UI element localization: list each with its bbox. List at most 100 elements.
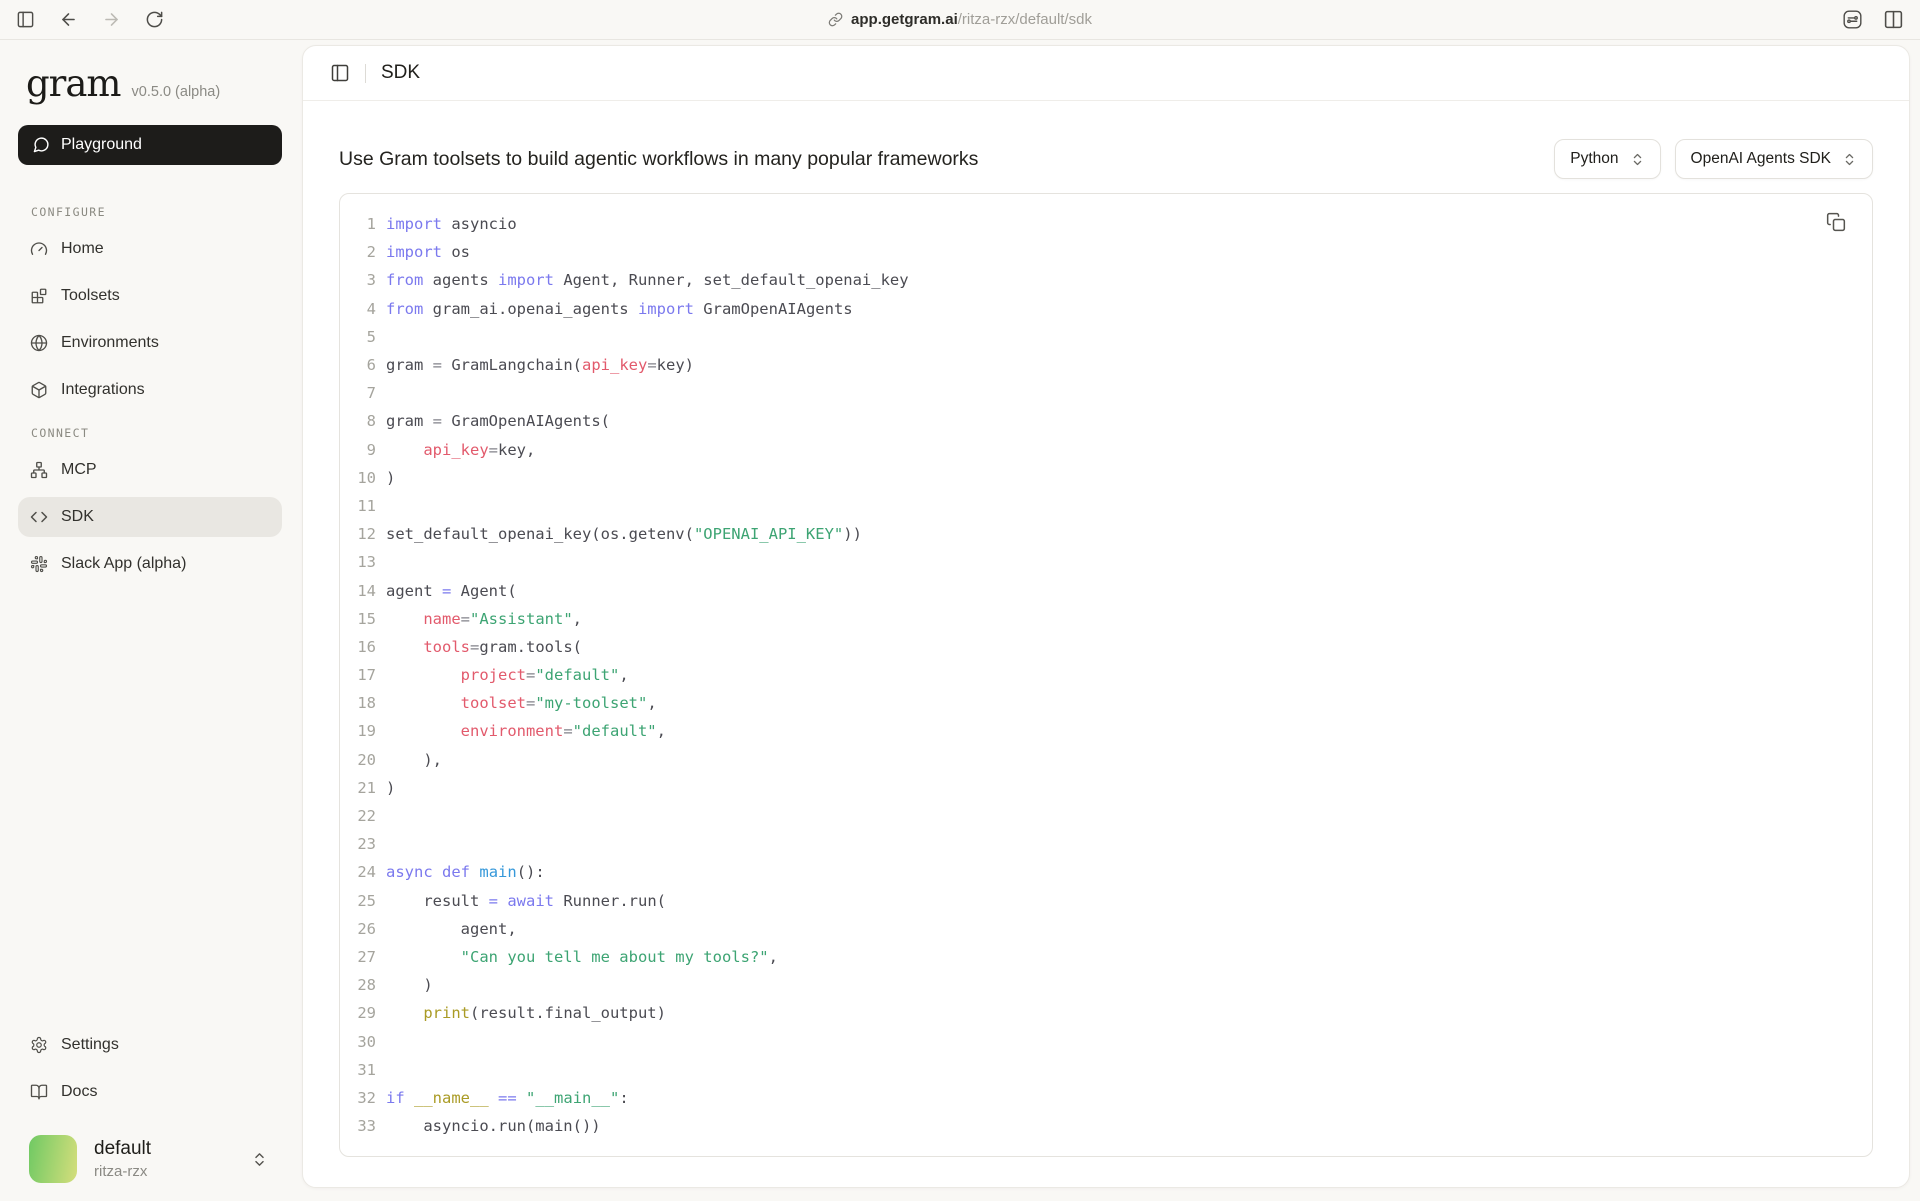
code-line: 26 agent, [340,915,1872,943]
sidebar-item-label: Toolsets [61,287,120,305]
browser-back-icon[interactable] [59,10,78,29]
sidebar-item-sdk[interactable]: SDK [18,497,282,537]
browser-forward-icon[interactable] [102,10,121,29]
code-line: 28 ) [340,971,1872,999]
line-number: 2 [340,243,376,261]
code-text: ) [376,469,395,487]
browser-chrome: app.getgram.ai/ritza-rzx/default/sdk [0,0,1920,40]
language-select-value: Python [1570,150,1618,168]
chevrons-up-down-icon [1630,152,1645,167]
code-line: 21) [340,774,1872,802]
code-line: 31 [340,1056,1872,1084]
playground-label: Playground [61,136,142,154]
code-line: 29 print(result.final_output) [340,999,1872,1027]
sidebar-item-docs[interactable]: Docs [18,1072,282,1112]
line-number: 32 [340,1089,376,1107]
code-line: 10) [340,464,1872,492]
browser-reload-icon[interactable] [145,10,164,29]
code-text: environment="default", [376,722,666,740]
code-text: from agents import Agent, Runner, set_de… [376,271,909,289]
network-icon [30,461,48,479]
code-line: 16 tools=gram.tools( [340,633,1872,661]
sidebar-item-settings[interactable]: Settings [18,1025,282,1065]
code-line: 33 asyncio.run(main()) [340,1112,1872,1140]
line-number: 7 [340,384,376,402]
slack-icon [30,555,48,573]
code-text: api_key=key, [376,441,535,459]
code-text: agent, [376,920,517,938]
address-bar[interactable]: app.getgram.ai/ritza-rzx/default/sdk [828,11,1092,28]
line-number: 19 [340,722,376,740]
code-line: 11 [340,492,1872,520]
line-number: 25 [340,892,376,910]
section-label-configure: CONFIGURE [18,205,282,219]
version-label: v0.5.0 (alpha) [132,84,221,100]
sidebar-item-label: Settings [61,1036,119,1054]
line-number: 29 [340,1004,376,1022]
line-number: 12 [340,525,376,543]
workspace-selector[interactable]: default ritza-rzx [18,1135,282,1183]
framework-select[interactable]: OpenAI Agents SDK [1675,139,1873,179]
line-number: 24 [340,863,376,881]
playground-button[interactable]: Playground [18,125,282,165]
code-text: set_default_openai_key(os.getenv("OPENAI… [376,525,862,543]
code-text: asyncio.run(main()) [376,1117,601,1135]
browser-sidebar-toggle-icon[interactable] [16,10,35,29]
code-line: 14agent = Agent( [340,576,1872,604]
sidebar-item-label: Environments [61,334,159,352]
split-view-icon[interactable] [1883,9,1904,30]
code-line: 18 toolset="my-toolset", [340,689,1872,717]
code-line: 27 "Can you tell me about my tools?", [340,943,1872,971]
intro-text: Use Gram toolsets to build agentic workf… [339,148,978,171]
sidebar-item-label: Integrations [61,381,145,399]
line-number: 33 [340,1117,376,1135]
code-text: project="default", [376,666,629,684]
code-line: 13 [340,548,1872,576]
code-text: "Can you tell me about my tools?", [376,948,778,966]
package-icon [30,381,48,399]
code-line: 23 [340,830,1872,858]
link-icon [828,12,843,27]
url-path: /ritza-rzx/default/sdk [958,11,1092,28]
line-number: 6 [340,356,376,374]
code-line: 8gram = GramOpenAIAgents( [340,407,1872,435]
section-label-connect: CONNECT [18,426,282,440]
code-line: 7 [340,379,1872,407]
sidebar-item-mcp[interactable]: MCP [18,450,282,490]
line-number: 31 [340,1061,376,1079]
code-text: toolset="my-toolset", [376,694,657,712]
sidebar-item-toolsets[interactable]: Toolsets [18,276,282,316]
code-snippet: 1import asyncio2import os3from agents im… [339,193,1873,1157]
sidebar-item-environments[interactable]: Environments [18,323,282,363]
copy-icon[interactable] [1826,212,1846,232]
sidebar-item-integrations[interactable]: Integrations [18,370,282,410]
panel-left-toggle-icon[interactable] [330,63,350,83]
page-settings-icon[interactable] [1842,9,1863,30]
sidebar-item-slack-app-alpha[interactable]: Slack App (alpha) [18,544,282,584]
code-line: 24async def main(): [340,858,1872,886]
gear-icon [30,1036,48,1054]
language-select[interactable]: Python [1554,139,1660,179]
code-text: agent = Agent( [376,582,517,600]
header-divider [365,64,366,83]
sidebar-item-label: MCP [61,461,97,479]
code-text: import asyncio [376,215,517,233]
line-number: 26 [340,920,376,938]
code-text: name="Assistant", [376,610,582,628]
line-number: 22 [340,807,376,825]
line-number: 14 [340,582,376,600]
line-number: 21 [340,779,376,797]
page-title: SDK [381,62,420,84]
chat-bubble-icon [33,136,50,153]
code-icon [30,508,48,526]
code-text: import os [376,243,470,261]
globe-icon [30,334,48,352]
sidebar-item-home[interactable]: Home [18,229,282,269]
main-panel: SDK Use Gram toolsets to build agentic w… [302,45,1910,1188]
code-text: tools=gram.tools( [376,638,582,656]
chevrons-up-down-icon [1842,152,1857,167]
book-icon [30,1083,48,1101]
line-number: 13 [340,553,376,571]
code-text: from gram_ai.openai_agents import GramOp… [376,300,853,318]
line-number: 1 [340,215,376,233]
